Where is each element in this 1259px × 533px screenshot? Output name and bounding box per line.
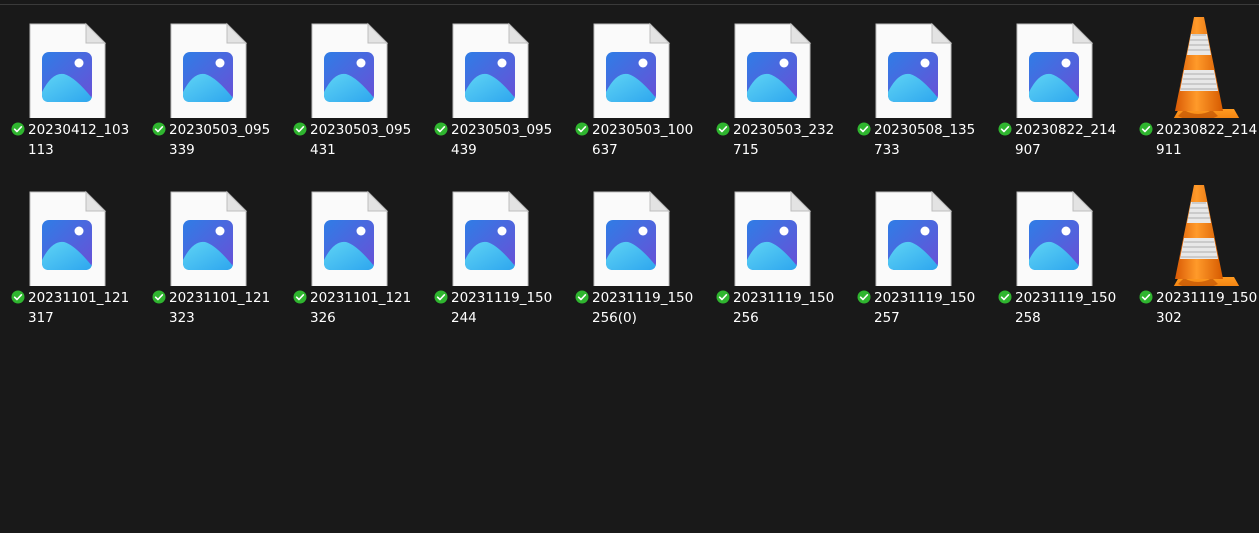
- file-item[interactable]: 20230503_095339: [141, 0, 282, 168]
- file-name: 20230822_214911: [1156, 122, 1258, 158]
- file-name: 20231119_150244: [451, 290, 553, 326]
- image-file-icon: [141, 0, 282, 118]
- vlc-video-file-icon: [1128, 0, 1259, 118]
- file-name: 20230508_135733: [874, 122, 976, 158]
- file-name: 20230822_214907: [1015, 122, 1117, 158]
- image-file-icon: [705, 168, 846, 286]
- sync-status-check-icon: [11, 289, 25, 304]
- file-name: 20230503_095339: [169, 122, 271, 158]
- sync-status-check-icon: [857, 289, 871, 304]
- file-name: 20231101_121323: [169, 290, 271, 326]
- file-name: 20230503_095431: [310, 122, 412, 158]
- sync-status-check-icon: [1139, 289, 1153, 304]
- file-name: 20230503_232715: [733, 122, 835, 158]
- sync-status-check-icon: [293, 289, 307, 304]
- image-file-icon: [282, 168, 423, 286]
- sync-status-check-icon: [575, 289, 589, 304]
- image-file-icon: [423, 168, 564, 286]
- sync-status-check-icon: [152, 289, 166, 304]
- file-item[interactable]: 20231119_150244: [423, 168, 564, 336]
- file-item[interactable]: 20230508_135733: [846, 0, 987, 168]
- file-name: 20230503_100637: [592, 122, 694, 158]
- sync-status-check-icon: [434, 121, 448, 136]
- file-item[interactable]: 20230503_095431: [282, 0, 423, 168]
- file-item[interactable]: 20230503_095439: [423, 0, 564, 168]
- image-file-icon: [141, 168, 282, 286]
- sync-status-check-icon: [716, 121, 730, 136]
- image-file-icon: [564, 0, 705, 118]
- file-name: 20231119_150258: [1015, 290, 1117, 326]
- sync-status-check-icon: [998, 289, 1012, 304]
- file-name: 20230412_103113: [28, 122, 130, 158]
- sync-status-check-icon: [152, 121, 166, 136]
- file-name: 20231101_121317: [28, 290, 130, 326]
- image-file-icon: [0, 168, 141, 286]
- image-file-icon: [705, 0, 846, 118]
- file-grid: 20230412_103113 20230503_095339 20230503…: [0, 0, 1259, 533]
- sync-status-check-icon: [293, 121, 307, 136]
- sync-status-check-icon: [716, 289, 730, 304]
- image-file-icon: [564, 168, 705, 286]
- sync-status-check-icon: [575, 121, 589, 136]
- file-name: 20230503_095439: [451, 122, 553, 158]
- sync-status-check-icon: [857, 121, 871, 136]
- file-name: 20231119_150257: [874, 290, 976, 326]
- file-name: 20231119_150256(0): [592, 290, 694, 326]
- file-item[interactable]: 20231119_150302: [1128, 168, 1259, 336]
- image-file-icon: [423, 0, 564, 118]
- file-name: 20231119_150256: [733, 290, 835, 326]
- image-file-icon: [282, 0, 423, 118]
- file-item[interactable]: 20231119_150256(0): [564, 168, 705, 336]
- sync-status-check-icon: [1139, 121, 1153, 136]
- file-item[interactable]: 20231101_121323: [141, 168, 282, 336]
- file-item[interactable]: 20230822_214911: [1128, 0, 1259, 168]
- file-item[interactable]: 20231101_121317: [0, 168, 141, 336]
- image-file-icon: [987, 0, 1128, 118]
- image-file-icon: [987, 168, 1128, 286]
- file-name: 20231119_150302: [1156, 290, 1258, 326]
- sync-status-check-icon: [998, 121, 1012, 136]
- image-file-icon: [846, 0, 987, 118]
- file-item[interactable]: 20231101_121326: [282, 168, 423, 336]
- image-file-icon: [846, 168, 987, 286]
- file-name: 20231101_121326: [310, 290, 412, 326]
- file-item[interactable]: 20231119_150256: [705, 168, 846, 336]
- sync-status-check-icon: [11, 121, 25, 136]
- file-item[interactable]: 20230503_100637: [564, 0, 705, 168]
- file-item[interactable]: 20231119_150258: [987, 168, 1128, 336]
- file-item[interactable]: 20230412_103113: [0, 0, 141, 168]
- image-file-icon: [0, 0, 141, 118]
- file-item[interactable]: 20230822_214907: [987, 0, 1128, 168]
- vlc-video-file-icon: [1128, 168, 1259, 286]
- file-item[interactable]: 20231119_150257: [846, 168, 987, 336]
- sync-status-check-icon: [434, 289, 448, 304]
- file-item[interactable]: 20230503_232715: [705, 0, 846, 168]
